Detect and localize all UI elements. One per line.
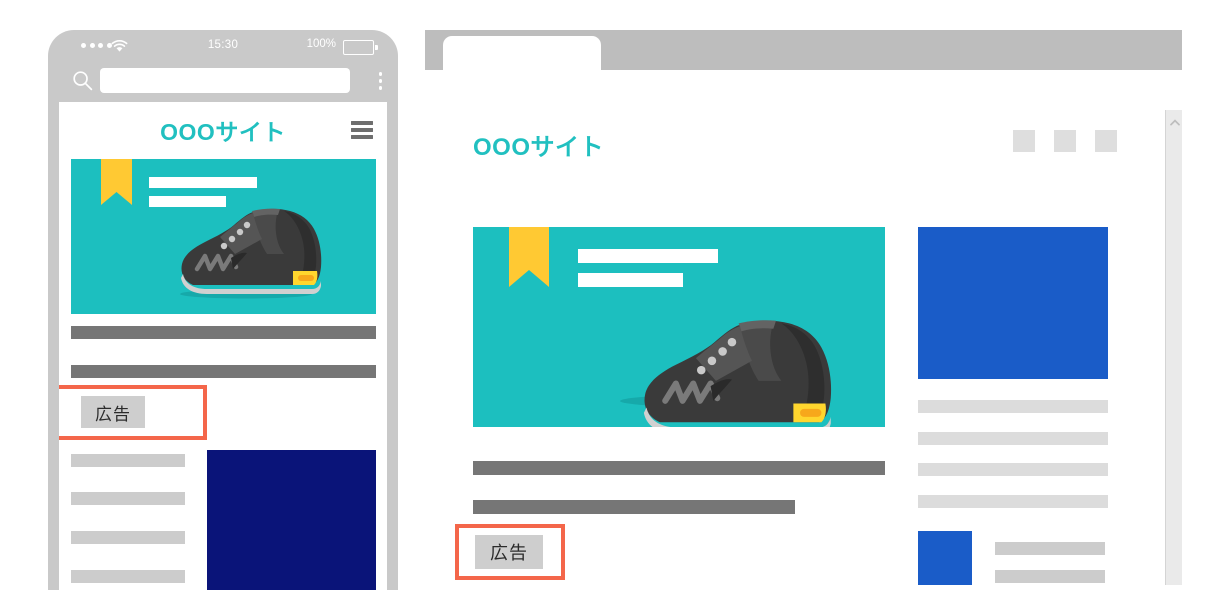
mobile-page-viewport: OOOサイト 広告 [59, 102, 387, 590]
mobile-text-bar [71, 365, 376, 378]
mobile-text-bar [71, 326, 376, 339]
hero-headline-bar [578, 249, 718, 263]
nav-item-placeholder[interactable] [1054, 130, 1076, 152]
nav-item-placeholder[interactable] [1013, 130, 1035, 152]
sidebar-item-text-bar [995, 542, 1105, 555]
nav-item-placeholder[interactable] [1095, 130, 1117, 152]
three-dot-menu-icon[interactable] [378, 72, 382, 90]
sidebar-text-bar [918, 400, 1108, 413]
desktop-browser-mockup: OOOサイト 広告 [425, 30, 1182, 585]
sneaker-shoe-illustration [643, 320, 832, 427]
mobile-site-header: OOOサイト [59, 102, 387, 157]
comparison-mockup-canvas: 15:30 100% OOOサイト 広告 OOOサイト 広告 [0, 0, 1210, 590]
hero-subhead-bar [149, 196, 226, 207]
sidebar-banner-ad[interactable] [918, 227, 1108, 379]
desktop-hero-artwork [509, 227, 832, 427]
hero-headline-bar [149, 177, 257, 188]
mobile-ad-block[interactable] [207, 450, 376, 590]
sidebar-thumbnail[interactable] [918, 531, 972, 585]
chevron-up-icon[interactable] [1169, 119, 1180, 126]
mobile-status-bar: 15:30 100% [48, 30, 398, 60]
hero-subhead-bar [578, 273, 683, 287]
bookmark-ribbon-icon [509, 227, 549, 287]
mobile-hero-artwork [101, 159, 322, 299]
desktop-text-bar [473, 461, 885, 475]
mobile-list-bar [71, 492, 185, 505]
sneaker-shoe-illustration [181, 208, 322, 294]
mobile-url-input[interactable] [100, 68, 350, 93]
hamburger-menu-icon[interactable] [351, 121, 373, 139]
browser-toolbar [425, 70, 1182, 150]
desktop-page-viewport: OOOサイト 広告 [425, 110, 1182, 585]
desktop-nav-items[interactable] [1013, 130, 1117, 152]
browser-tab[interactable] [443, 36, 601, 70]
mobile-ad-label: 広告 [81, 396, 145, 428]
mobile-list-bar [71, 570, 185, 583]
mobile-list-bar [71, 531, 185, 544]
desktop-text-bar [473, 500, 795, 514]
smartphone-mockup: 15:30 100% OOOサイト 広告 [48, 30, 398, 590]
browser-tab-strip [425, 30, 1182, 70]
battery-icon [343, 40, 378, 55]
bookmark-ribbon-icon [101, 159, 132, 205]
mobile-site-logo[interactable]: OOOサイト [59, 102, 387, 157]
mobile-list-bar [71, 454, 185, 467]
desktop-site-header: OOOサイト [425, 110, 1165, 172]
sidebar-text-bar [918, 432, 1108, 445]
sidebar-text-bar [918, 463, 1108, 476]
search-icon[interactable] [72, 70, 93, 91]
desktop-ad-label: 広告 [475, 535, 543, 569]
mobile-hero-banner[interactable] [71, 159, 376, 314]
battery-percent-label: 100% [306, 38, 336, 50]
browser-scrollbar[interactable] [1165, 110, 1182, 585]
sidebar-text-bar [918, 495, 1108, 508]
desktop-site-logo[interactable]: OOOサイト [473, 127, 604, 162]
mobile-browser-bar [48, 60, 398, 102]
desktop-hero-banner[interactable] [473, 227, 885, 427]
sidebar-item-text-bar [995, 570, 1105, 583]
